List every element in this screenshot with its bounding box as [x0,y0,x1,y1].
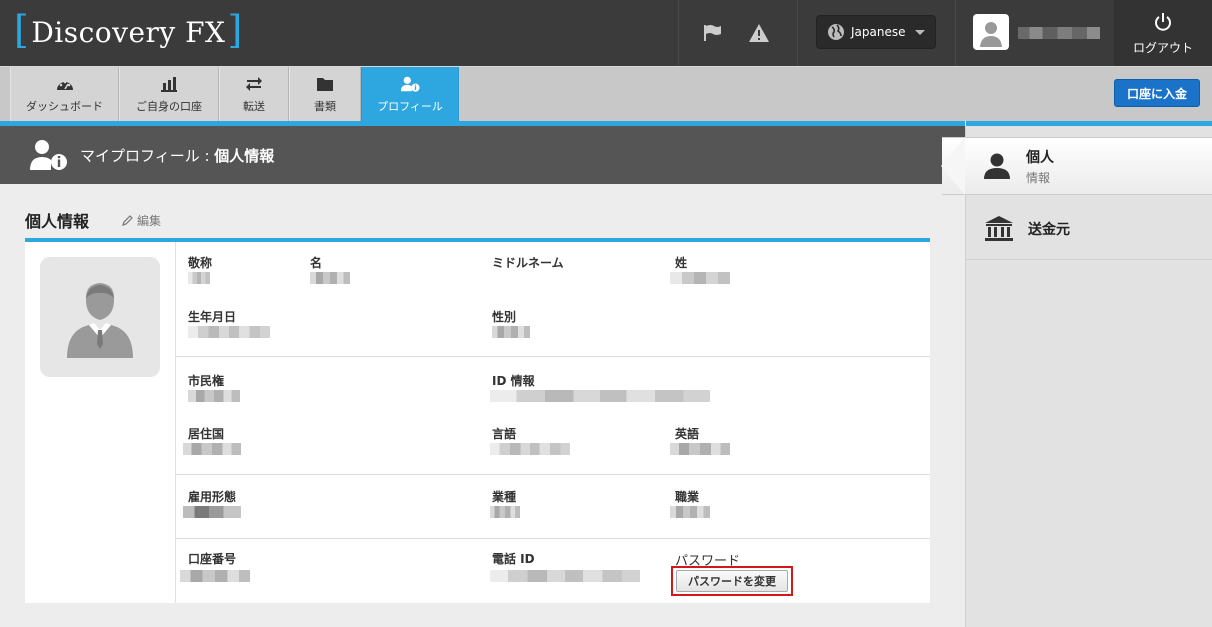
field-value-country [183,443,241,455]
topbar-divider [955,0,956,66]
top-bar: [ Discovery FX ] Japanese ログアウト [0,0,1212,66]
field-label-last-name: 姓 [675,256,688,270]
sidebar-item-funding-source[interactable]: 送金元 [966,198,1212,260]
field-value-first-name [310,272,350,284]
field-label-occupation: 職業 [675,490,700,504]
warning-icon[interactable] [747,21,771,45]
sidebar-active-pointer [941,137,965,195]
bank-icon [985,215,1013,241]
language-label: Japanese [851,25,906,39]
edit-label: 編集 [137,214,162,228]
field-value-industry [490,506,520,518]
row-divider [176,356,930,357]
change-password-button[interactable]: パスワードを変更 [676,570,788,592]
field-label-country: 居住国 [188,427,225,441]
field-value-employment [183,506,241,518]
language-select[interactable]: Japanese [816,15,936,49]
logout-label: ログアウト [1132,41,1193,55]
edit-link[interactable]: 編集 [121,212,161,229]
field-label-language: 言語 [492,427,517,441]
column-divider [175,242,176,603]
field-value-english [670,443,730,455]
row-divider [176,474,930,475]
field-value-citizenship [188,390,240,402]
tab-label: ダッシュボード [26,100,103,113]
tab-transfer[interactable]: 転送 [219,67,289,122]
user-name-redacted[interactable] [1018,27,1100,39]
field-label-employment: 雇用形態 [188,490,237,504]
pencil-icon [122,215,133,226]
field-value-id-info [490,390,710,402]
field-value-birth-date [188,326,270,338]
deposit-button[interactable]: 口座に入金 [1114,79,1200,107]
field-value-account-number [180,570,250,582]
person-icon [984,153,1010,179]
sidebar-item-personal-info[interactable]: 個人 情報 [942,137,1212,195]
topbar-divider [797,0,798,66]
sidebar-item-label: 個人 [1026,149,1054,166]
field-label-birth-date: 生年月日 [188,310,237,324]
field-label-citizenship: 市民権 [188,374,225,388]
bar-chart-icon [161,77,177,92]
tab-documents[interactable]: 書類 [289,67,361,122]
page-title-main: 個人情報 [214,146,275,165]
right-sidebar: 個人 情報 送金元 [942,121,1212,627]
field-label-gender: 性別 [492,310,517,324]
profile-info-icon [30,140,67,170]
user-avatar-icon[interactable] [973,14,1009,50]
sidebar-item-sublabel: 情報 [1026,170,1051,185]
field-value-last-name [670,272,730,284]
sidebar-item-label: 送金元 [1028,221,1070,238]
tab-label: ご自身の口座 [136,100,202,113]
personal-info-card: 敬称 名 ミドルネーム 姓 生年月日 性別 市民権 ID 情報 居住国 言語 英… [25,238,930,603]
nav-bar: ダッシュボード ご自身の口座 転送 書類 プロフィール 口座に入金 [0,66,1212,130]
field-label-middle-name: ミドルネーム [492,256,564,270]
logout-button[interactable]: ログアウト [1114,0,1212,66]
field-value-phone-id [490,570,640,582]
field-label-id-info: ID 情報 [492,374,535,388]
tab-accounts[interactable]: ご自身の口座 [119,67,219,122]
field-value-salutation [188,272,210,284]
profile-info-icon [400,76,420,92]
transfer-icon [246,77,262,91]
field-label-english: 英語 [675,427,700,441]
tab-profile[interactable]: プロフィール [361,67,459,130]
globe-icon [828,24,844,40]
field-label-salutation: 敬称 [188,256,213,270]
field-value-gender [492,326,530,338]
chevron-down-icon [915,30,925,35]
field-value-language [490,443,570,455]
page-header: マイプロフィール : 個人情報 [0,126,965,184]
dashboard-icon [56,80,73,90]
main-content: 個人情報 編集 敬称 名 ミドルネーム 姓 生年月日 性別 市民権 ID 情報 … [0,184,965,627]
tab-label: 転送 [243,100,265,113]
tab-label: プロフィール [377,100,443,113]
sidebar-item-text: 個人 情報 [1026,147,1054,186]
sidebar-item-text: 送金元 [1028,219,1070,239]
field-label-industry: 業種 [492,490,517,504]
topbar-divider [678,0,679,66]
page-title-prefix: マイプロフィール : [80,146,215,165]
logo-bracket-close: ] [227,8,243,52]
folder-icon [317,78,333,91]
change-password-highlight: パスワードを変更 [671,566,793,596]
flag-icon[interactable] [700,21,724,45]
power-icon [1155,13,1171,31]
tab-label: 書類 [314,100,336,113]
person-placeholder-icon [67,283,133,358]
sidebar-accent-line [966,121,1212,126]
field-label-account-number: 口座番号 [188,552,237,566]
page-title: マイプロフィール : 個人情報 [80,145,274,166]
logo-bracket-open: [ [14,8,30,52]
profile-photo [40,257,160,377]
field-value-occupation [670,506,710,518]
field-label-phone-id: 電話 ID [492,552,535,566]
row-divider [176,538,930,539]
logo-text: Discovery FX [31,15,226,49]
tab-dashboard[interactable]: ダッシュボード [10,67,119,122]
brand-logo[interactable]: [ Discovery FX ] [14,10,243,54]
field-label-first-name: 名 [310,256,323,270]
section-title: 個人情報 [25,212,90,231]
